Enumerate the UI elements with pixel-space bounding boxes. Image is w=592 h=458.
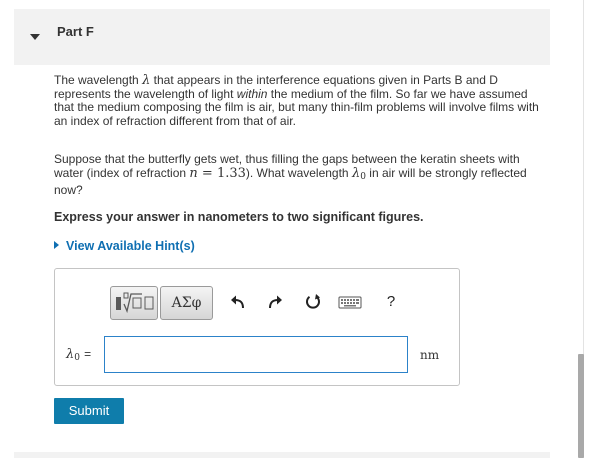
page: Part F The wavelength λ that appears in … <box>0 0 592 458</box>
templates-button[interactable] <box>110 286 158 320</box>
answer-variable-label: λ0 = <box>66 347 92 363</box>
scrollbar-thumb[interactable] <box>578 354 584 458</box>
answer-input[interactable] <box>104 336 408 373</box>
collapse-caret-icon[interactable] <box>30 34 40 40</box>
n-value: = 1.33 <box>197 165 246 181</box>
redo-icon[interactable] <box>265 292 285 312</box>
help-icon[interactable]: ? <box>381 292 401 312</box>
lambda0-symbol: λ0 <box>351 165 366 182</box>
caret-right-icon <box>54 241 59 249</box>
question-paragraph-2: Suppose that the butterfly gets wet, thu… <box>54 152 527 197</box>
answer-instruction: Express your answer in nanometers to two… <box>54 210 424 224</box>
template-icon <box>116 292 154 314</box>
submit-button[interactable]: Submit <box>54 398 124 424</box>
reset-icon[interactable] <box>303 292 323 312</box>
part-header[interactable]: Part F <box>14 9 550 65</box>
part-title: Part F <box>57 24 94 39</box>
greek-letters-button[interactable]: ΑΣφ <box>160 286 213 320</box>
next-part-header <box>14 452 550 458</box>
view-hints-link[interactable]: View Available Hint(s) <box>54 239 195 253</box>
question-paragraph-1: The wavelength λ that appears in the int… <box>54 73 539 128</box>
keyboard-icon[interactable] <box>338 292 362 312</box>
unit-label: nm <box>420 348 440 362</box>
emphasis-within: within <box>236 86 268 101</box>
view-hints-label: View Available Hint(s) <box>66 239 195 253</box>
n-symbol: n <box>189 165 198 181</box>
undo-icon[interactable] <box>228 292 248 312</box>
